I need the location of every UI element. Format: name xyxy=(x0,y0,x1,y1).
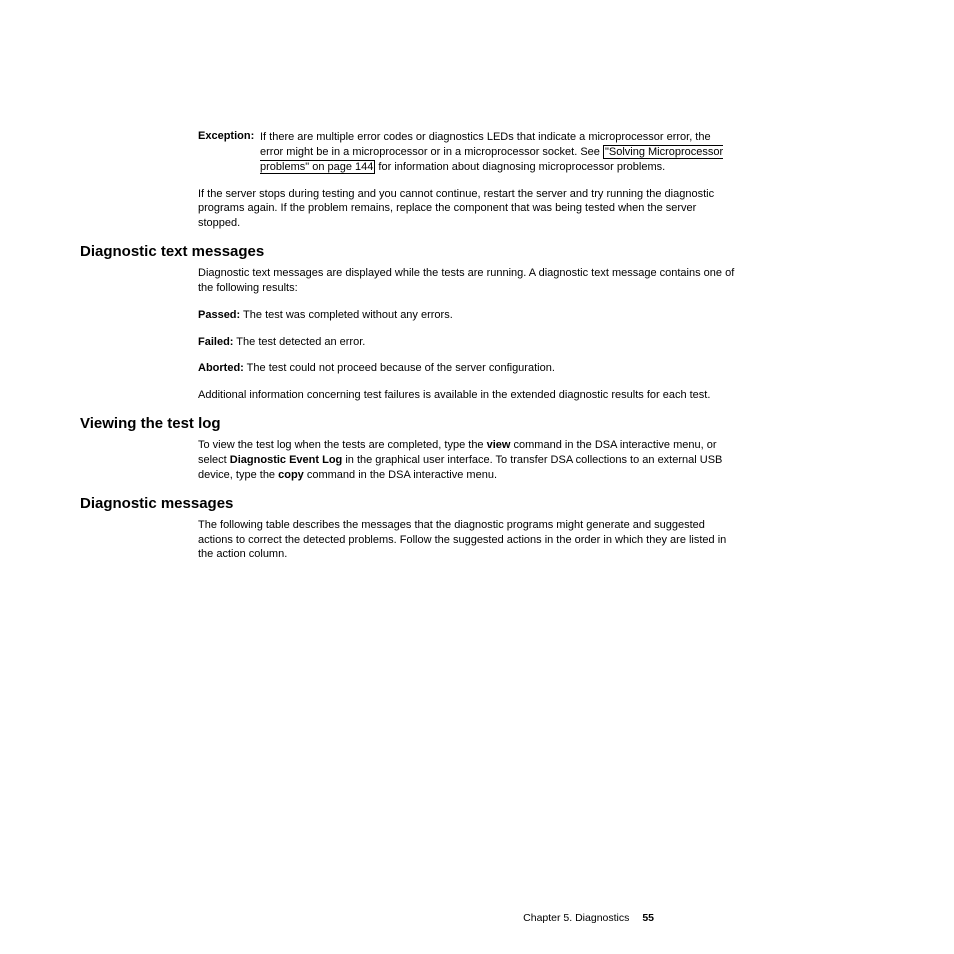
result-desc-passed: The test was completed without any error… xyxy=(240,309,453,321)
view-log-body: To view the test log when the tests are … xyxy=(198,438,736,483)
section-heading-view-log: Viewing the test log xyxy=(80,415,736,432)
footer-page-number: 55 xyxy=(642,912,654,924)
result-passed: Passed: The test was completed without a… xyxy=(198,308,736,323)
diag-text-intro: Diagnostic text messages are displayed w… xyxy=(198,266,736,296)
section-heading-diag-msgs: Diagnostic messages xyxy=(80,495,736,512)
result-label-failed: Failed: xyxy=(198,336,233,348)
section-heading-diag-text: Diagnostic text messages xyxy=(80,243,736,260)
result-desc-aborted: The test could not proceed because of th… xyxy=(244,362,555,374)
result-failed: Failed: The test detected an error. xyxy=(198,335,736,350)
exception-block: Exception: If there are multiple error c… xyxy=(198,130,736,175)
exception-body: If there are multiple error codes or dia… xyxy=(260,130,736,175)
result-label-aborted: Aborted: xyxy=(198,362,244,374)
view-log-bold1: view xyxy=(487,439,511,451)
result-aborted: Aborted: The test could not proceed beca… xyxy=(198,361,736,376)
view-log-part4: command in the DSA interactive menu. xyxy=(304,469,497,481)
diag-text-additional: Additional information concerning test f… xyxy=(198,388,736,403)
exception-text-after: for information about diagnosing micropr… xyxy=(375,161,665,173)
diag-msgs-body: The following table describes the messag… xyxy=(198,518,736,563)
restart-paragraph: If the server stops during testing and y… xyxy=(198,187,736,232)
document-page: Exception: If there are multiple error c… xyxy=(0,0,954,562)
result-desc-failed: The test detected an error. xyxy=(233,336,365,348)
page-footer: Chapter 5. Diagnostics 55 xyxy=(523,912,654,924)
view-log-bold2: Diagnostic Event Log xyxy=(230,454,342,466)
view-log-bold3: copy xyxy=(278,469,304,481)
result-label-passed: Passed: xyxy=(198,309,240,321)
footer-chapter: Chapter 5. Diagnostics xyxy=(523,912,629,924)
view-log-part1: To view the test log when the tests are … xyxy=(198,439,487,451)
exception-label: Exception: xyxy=(198,130,254,142)
